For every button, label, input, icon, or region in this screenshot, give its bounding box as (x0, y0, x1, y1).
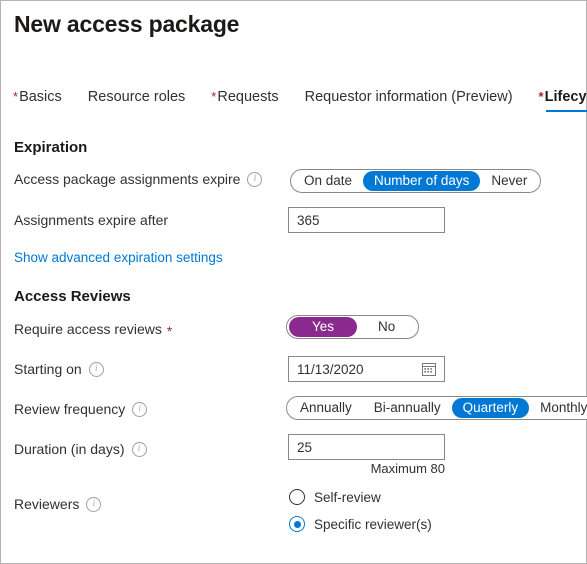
tab-requests[interactable]: * Requests (211, 89, 278, 112)
choice-monthly[interactable]: Monthly (529, 398, 587, 418)
starting-on-value: 11/13/2020 (297, 361, 364, 377)
tab-lifecycle[interactable]: *Lifecycle (539, 89, 587, 112)
label-assignments-expire-after: Assignments expire after (14, 212, 168, 228)
duration-input[interactable]: 25 (288, 434, 445, 460)
radio-label: Self-review (314, 489, 381, 505)
label-text: Require access reviews (14, 321, 162, 337)
label-reviewers: Reviewers (14, 496, 102, 512)
choice-bi-annually[interactable]: Bi-annually (363, 398, 452, 418)
info-icon[interactable] (132, 401, 148, 417)
label-text: Reviewers (14, 496, 80, 512)
choice-yes[interactable]: Yes (289, 317, 358, 337)
tab-requestor-information[interactable]: Requestor information (Preview) (305, 89, 513, 112)
required-asterisk: * (13, 89, 19, 104)
label-duration: Duration (in days) (14, 441, 147, 457)
tab-label: Basics (19, 89, 62, 105)
choice-on-date[interactable]: On date (293, 171, 363, 191)
required-asterisk: * (211, 89, 217, 104)
choice-never[interactable]: Never (480, 171, 538, 191)
choice-group-require-access-reviews[interactable]: Yes No (286, 315, 420, 339)
label-text: Duration (in days) (14, 441, 125, 457)
label-text: Review frequency (14, 401, 126, 417)
section-title-expiration: Expiration (14, 139, 88, 156)
expire-after-value: 365 (297, 212, 320, 228)
choice-annually[interactable]: Annually (289, 398, 363, 418)
choice-group-review-frequency[interactable]: Annually Bi-annually Quarterly Monthly (286, 396, 587, 420)
tab-label: Lifecycle (544, 89, 587, 105)
label-require-access-reviews: Require access reviews * (14, 321, 173, 339)
starting-on-date-input[interactable]: 11/13/2020 (288, 356, 445, 382)
info-icon[interactable] (131, 441, 147, 457)
calendar-icon[interactable] (422, 362, 436, 376)
label-review-frequency: Review frequency (14, 401, 148, 417)
tab-resource-roles[interactable]: Resource roles (88, 89, 186, 112)
choice-quarterly[interactable]: Quarterly (451, 398, 530, 418)
radio-button[interactable] (289, 516, 305, 532)
info-icon[interactable] (247, 171, 263, 187)
info-icon[interactable] (86, 496, 102, 512)
tab-label: Resource roles (87, 89, 186, 105)
radio-button[interactable] (289, 489, 305, 505)
label-text: Access package assignments expire (14, 171, 241, 187)
radio-specific-reviewers[interactable]: Specific reviewer(s) (289, 516, 432, 532)
tab-basics[interactable]: * Basics (13, 89, 62, 112)
info-icon[interactable] (88, 361, 104, 377)
new-access-package-panel: New access package * Basics Resource role… (0, 0, 587, 564)
expire-after-input[interactable]: 365 (288, 207, 445, 233)
radio-self-review[interactable]: Self-review (289, 489, 381, 505)
tab-label: Requests (217, 89, 279, 105)
radio-label: Specific reviewer(s) (314, 516, 432, 532)
label-text: Starting on (14, 361, 82, 377)
choice-number-of-days[interactable]: Number of days (363, 171, 481, 191)
tab-label: Requestor information (Preview) (304, 89, 513, 105)
active-tab-indicator (545, 110, 587, 112)
section-title-access-reviews: Access Reviews (14, 288, 131, 305)
show-advanced-expiration-settings-link[interactable]: Show advanced expiration settings (14, 250, 223, 265)
duration-value: 25 (297, 439, 313, 455)
label-text: Assignments expire after (14, 212, 169, 228)
page-title: New access package (14, 11, 240, 37)
required-asterisk: * (538, 89, 544, 104)
label-starting-on: Starting on (14, 361, 104, 377)
required-asterisk: * (166, 323, 173, 339)
duration-max-hint: Maximum 80 (370, 461, 445, 476)
choice-group-assignments-expire[interactable]: On date Number of days Never (290, 169, 542, 193)
choice-no[interactable]: No (357, 317, 416, 337)
label-assignments-expire: Access package assignments expire (14, 171, 263, 187)
tab-bar: * Basics Resource roles * Requests Request… (13, 89, 587, 119)
